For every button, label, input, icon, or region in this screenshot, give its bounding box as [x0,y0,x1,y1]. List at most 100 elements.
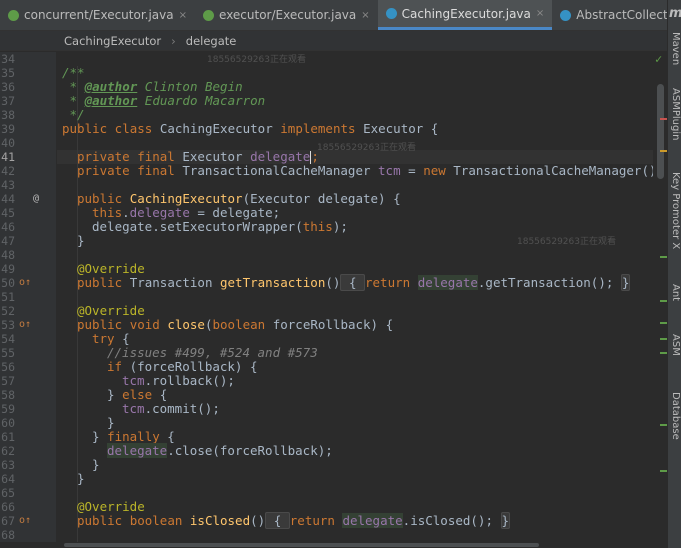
code-line-60: } else { [107,387,168,402]
tab-abstract-collection[interactable]: AbstractCollection.java × [552,0,667,30]
line-number: 48 [1,248,15,262]
change-marker[interactable] [660,352,667,354]
viewer-watermark: 18556529263正在观看 [207,55,306,65]
error-marker[interactable] [660,118,667,120]
code-line-41: private final Executor delegate; [77,149,319,164]
line-number: 53 [1,318,15,332]
class-icon [385,8,397,19]
line-number: 57 [1,374,15,388]
line-number: 65 [1,486,15,500]
code-line-56: try { [92,331,130,346]
override-method-icon[interactable]: o↑ [19,514,31,528]
asm-tool-button[interactable]: ASM [670,334,681,356]
change-marker[interactable] [660,338,667,340]
code-line-42: private final TransactionalCacheManager … [77,163,653,178]
maven-tool-button[interactable]: Maven [670,32,681,65]
line-number: 45 [1,206,15,220]
code-line-62: } [107,415,115,430]
viewer-watermark: 18556529263正在观看 [317,143,416,153]
tab-label: concurrent/Executor.java [24,8,174,22]
line-number: 67 [1,514,15,528]
line-number: 40 [1,136,15,150]
at-icon[interactable]: @ [33,192,39,206]
line-number: 55 [1,346,15,360]
line-number: 61 [1,430,15,444]
code-line-45: this.delegate = delegate; [92,205,281,220]
line-number: 47 [1,234,15,248]
maven-logo-icon[interactable]: m [669,6,681,21]
code-line-36: * @author Clinton Begin [62,79,243,94]
breadcrumb-class[interactable]: CachingExecutor [64,34,161,48]
change-marker[interactable] [660,300,667,302]
asmplugin-tool-button[interactable]: ASMPlugin [670,88,681,140]
line-number: 34 [1,52,15,66]
tab-label: executor/Executor.java [219,8,357,22]
code-line-54: @Override [77,303,145,318]
code-editor[interactable]: /** * @author Clinton Begin * @author Ed… [57,52,653,542]
horizontal-scroll-thumb[interactable] [64,543,539,547]
code-line-59: tcm.rollback(); [122,373,235,388]
right-tool-strip: m Maven ASMPlugin Key Promoter X Ant ASM… [667,0,681,548]
code-line-65: } [92,457,100,472]
code-line-39: public class CachingExecutor implements … [62,121,439,136]
line-number: 46 [1,220,15,234]
change-marker[interactable] [660,322,667,324]
close-icon[interactable]: × [361,10,369,21]
change-marker[interactable] [660,470,667,472]
tab-label: CachingExecutor.java [401,6,531,21]
change-marker[interactable] [660,424,667,426]
code-line-38: */ [62,107,85,122]
code-line-47: } [77,233,85,248]
line-number: 56 [1,360,15,374]
override-method-icon[interactable]: o↑ [19,276,31,290]
inspection-ok-icon[interactable]: ✓ [655,52,662,66]
code-line-57: //issues #499, #524 and #573 [107,345,318,360]
breadcrumb-member[interactable]: delegate [186,34,237,48]
line-number: 43 [1,178,15,192]
code-line-35: /** [62,65,85,80]
ant-tool-button[interactable]: Ant [670,284,681,301]
viewer-watermark: 18556529263正在观看 [517,237,616,247]
tab-executor-executor[interactable]: executor/Executor.java × [195,0,378,30]
line-number: 50 [1,276,15,290]
line-number: 59 [1,402,15,416]
code-line-63: } finally { [92,429,175,444]
tab-caching-executor[interactable]: CachingExecutor.java × [377,0,553,30]
tab-concurrent-executor[interactable]: concurrent/Executor.java × [0,0,195,30]
database-tool-button[interactable]: Database [670,392,681,440]
code-line-58: if (forceRollback) { [107,359,258,374]
code-line-66: } [77,471,85,486]
line-number: 64 [1,472,15,486]
override-method-icon[interactable]: o↑ [19,318,31,332]
line-number: 54 [1,332,15,346]
line-number: 44 [1,192,15,206]
close-icon[interactable]: × [179,10,187,21]
key-promoter-tool-button[interactable]: Key Promoter X [670,172,681,249]
change-marker[interactable] [660,256,667,258]
warning-marker[interactable] [660,150,667,152]
code-line-61: tcm.commit(); [122,401,220,416]
interface-icon [203,9,215,21]
line-number: 42 [1,164,15,178]
line-number: 39 [1,122,15,136]
line-number: 68 [1,528,15,542]
code-line-64: delegate.close(forceRollback); [107,443,333,458]
code-line-37: * @author Eduardo Macarron [62,93,266,108]
code-line-68: @Override [77,499,145,514]
code-line-50: public Transaction getTransaction() { re… [77,274,631,291]
class-icon [560,9,572,21]
line-number-gutter[interactable]: 34 35 36 37 38 39 40 41 42 43 44 45 46 4… [0,52,56,542]
line-number: 58 [1,388,15,402]
editor-tab-bar: concurrent/Executor.java × executor/Exec… [0,0,667,31]
breadcrumb-separator: › [171,33,176,48]
vertical-scroll-thumb[interactable] [657,84,664,179]
close-icon[interactable]: × [536,8,544,19]
line-number: 51 [1,290,15,304]
code-line-69: public boolean isClosed() { return deleg… [77,512,511,529]
line-number: 49 [1,262,15,276]
line-number: 60 [1,416,15,430]
line-number: 41 [1,150,15,164]
code-line-55: public void close(boolean forceRollback)… [77,317,394,332]
line-number: 35 [1,66,15,80]
line-number: 52 [1,304,15,318]
